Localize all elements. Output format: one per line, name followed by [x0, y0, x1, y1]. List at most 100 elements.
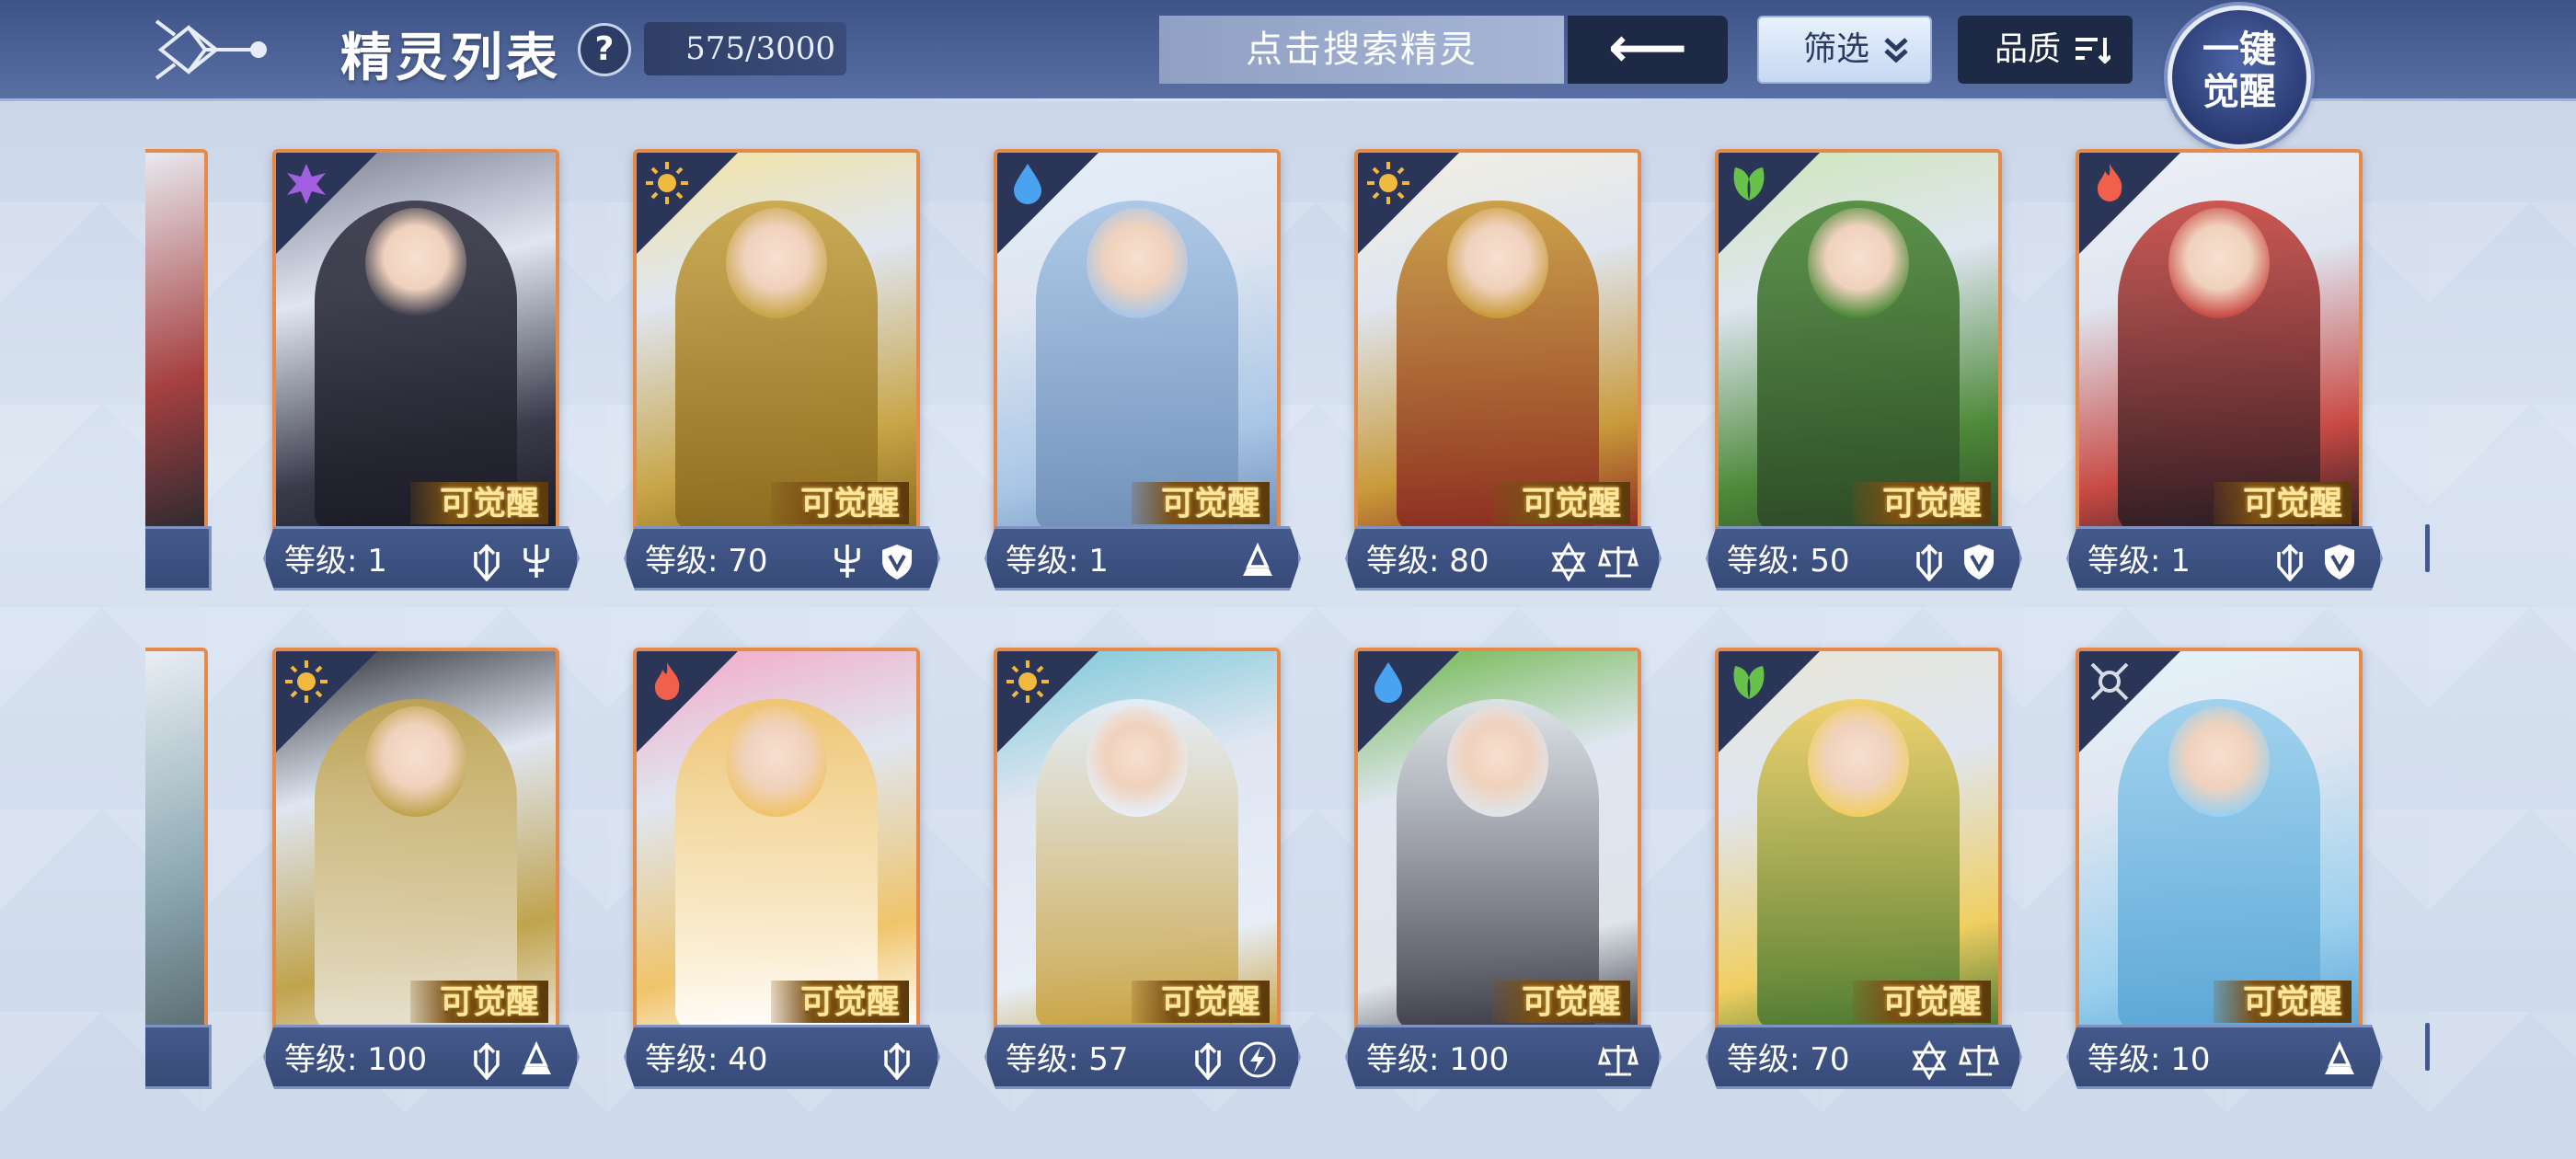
- spirit-card[interactable]: 可觉醒 等级: 100: [1345, 648, 1662, 1096]
- grass-element-icon: [1733, 666, 1765, 699]
- spirit-portrait: 可觉醒: [994, 648, 1281, 1034]
- sword-shield-icon: [466, 1039, 507, 1080]
- spirit-portrait: 可觉醒: [1715, 648, 2002, 1034]
- spirit-portrait: 可觉醒: [272, 149, 559, 535]
- level-label: 等级: 1: [284, 543, 387, 580]
- book-icon: [1237, 541, 1278, 581]
- awakenable-tag: 可觉醒: [410, 981, 548, 1023]
- card-info-bar: 等级: 70: [624, 526, 940, 591]
- awakenable-tag: 可觉醒: [1132, 482, 1270, 524]
- card-info-bar: 等级: 1: [984, 526, 1301, 591]
- skill-icons: [466, 540, 557, 582]
- grass-element-icon: [1733, 167, 1765, 201]
- awakenable-tag: 可觉醒: [2214, 482, 2352, 524]
- trident-icon: [516, 541, 557, 581]
- skill-icons: [2270, 540, 2360, 582]
- skill-icons: [1909, 540, 1999, 582]
- trident-icon: [827, 541, 868, 581]
- light-element-icon: [1367, 162, 1409, 204]
- level-label: 等级: 70: [1727, 1041, 1850, 1078]
- spirit-portrait: 可觉醒: [1354, 149, 1641, 535]
- spirit-card-partial[interactable]: [145, 149, 212, 598]
- spirit-portrait: 可觉醒: [633, 149, 920, 535]
- spirit-card[interactable]: 可觉醒 等级: 57: [984, 648, 1301, 1096]
- dark-element-icon: [287, 164, 326, 204]
- spirit-card[interactable]: 可觉醒 等级: 70: [1706, 648, 2022, 1096]
- neutral-element-icon: [2090, 662, 2129, 701]
- awakenable-tag: 可觉醒: [771, 981, 909, 1023]
- scroll-indicator: [2425, 1023, 2430, 1071]
- spirit-card[interactable]: 可觉醒 等级: 40: [624, 648, 940, 1096]
- card-info-bar: 等级: 50: [1706, 526, 2022, 591]
- level-label: 等级: 100: [1366, 1041, 1510, 1078]
- spirit-portrait: 可觉醒: [1715, 149, 2002, 535]
- level-label: 等级: 80: [1366, 543, 1489, 580]
- skill-icons: [877, 1039, 917, 1081]
- water-element-icon: [1014, 164, 1041, 204]
- scale-icon: [1598, 541, 1639, 581]
- card-info-bar: 等级: 100: [1345, 1025, 1662, 1089]
- shield-icon: [877, 541, 917, 581]
- scroll-indicator: [2425, 524, 2430, 572]
- light-element-icon: [646, 162, 688, 204]
- light-element-icon: [285, 660, 328, 703]
- spirit-card[interactable]: 可觉醒 等级: 1: [263, 149, 580, 598]
- lightning-icon: [1237, 1039, 1278, 1080]
- spirit-portrait: 可觉醒: [1354, 648, 1641, 1034]
- level-label: 等级: 1: [2087, 543, 2191, 580]
- level-label: 等级: 57: [1006, 1041, 1129, 1078]
- level-label: 等级: 10: [2087, 1041, 2211, 1078]
- spirit-card[interactable]: 可觉醒 等级: 10: [2066, 648, 2383, 1096]
- level-label: 等级: 100: [284, 1041, 428, 1078]
- spirit-card[interactable]: 可觉醒 等级: 70: [624, 149, 940, 598]
- card-info-bar: 等级: 1: [2066, 526, 2383, 591]
- spirit-portrait: 可觉醒: [272, 648, 559, 1034]
- awakenable-tag: 可觉醒: [771, 482, 909, 524]
- spirit-card-partial[interactable]: [145, 648, 212, 1096]
- fire-element-icon: [654, 662, 680, 700]
- awakenable-tag: 可觉醒: [1492, 981, 1630, 1023]
- awakenable-tag: 可觉醒: [1853, 981, 1991, 1023]
- level-label: 等级: 70: [645, 543, 768, 580]
- light-element-icon: [1006, 660, 1049, 703]
- sword-shield-icon: [1909, 541, 1949, 581]
- sword-shield-icon: [877, 1039, 917, 1080]
- awakenable-tag: 可觉醒: [410, 482, 548, 524]
- water-element-icon: [1374, 662, 1402, 703]
- skill-icons: [466, 1039, 557, 1081]
- card-info-bar: 等级: 70: [1706, 1025, 2022, 1089]
- card-info-bar: 等级: 100: [263, 1025, 580, 1089]
- star-icon: [1909, 1039, 1949, 1080]
- awakenable-tag: 可觉醒: [2214, 981, 2352, 1023]
- sword-shield-icon: [466, 541, 507, 581]
- fire-element-icon: [2097, 164, 2122, 201]
- book-icon: [2319, 1039, 2360, 1080]
- shield-icon: [1959, 541, 1999, 581]
- spirit-card[interactable]: 可觉醒 等级: 50: [1706, 149, 2022, 598]
- awakenable-tag: 可觉醒: [1853, 482, 1991, 524]
- spirit-card[interactable]: 可觉醒 等级: 1: [984, 149, 1301, 598]
- awakenable-tag: 可觉醒: [1132, 981, 1270, 1023]
- spirit-grid: 可觉醒 等级: 1 可觉醒 等级: 70 可觉醒 等级: 1 可觉醒 等级: 8…: [0, 0, 2576, 1159]
- sword-shield-icon: [1188, 1039, 1228, 1080]
- awakenable-tag: 可觉醒: [1492, 482, 1630, 524]
- level-label: 等级: 1: [1006, 543, 1109, 580]
- card-info-bar: 等级: 1: [263, 526, 580, 591]
- spirit-card[interactable]: 可觉醒 等级: 80: [1345, 149, 1662, 598]
- card-info-bar: 等级: 40: [624, 1025, 940, 1089]
- spirit-card[interactable]: 可觉醒 等级: 1: [2066, 149, 2383, 598]
- scale-icon: [1959, 1039, 1999, 1080]
- skill-icons: [2319, 1039, 2360, 1081]
- star-icon: [1548, 541, 1589, 581]
- spirit-portrait: 可觉醒: [994, 149, 1281, 535]
- spirit-card[interactable]: 可觉醒 等级: 100: [263, 648, 580, 1096]
- card-info-bar: 等级: 57: [984, 1025, 1301, 1089]
- skill-icons: [1598, 1039, 1639, 1081]
- card-info-bar: 等级: 80: [1345, 526, 1662, 591]
- skill-icons: [1237, 540, 1278, 582]
- skill-icons: [827, 540, 917, 582]
- shield-icon: [2319, 541, 2360, 581]
- skill-icons: [1188, 1039, 1278, 1081]
- sword-shield-icon: [2270, 541, 2310, 581]
- skill-icons: [1909, 1039, 1999, 1081]
